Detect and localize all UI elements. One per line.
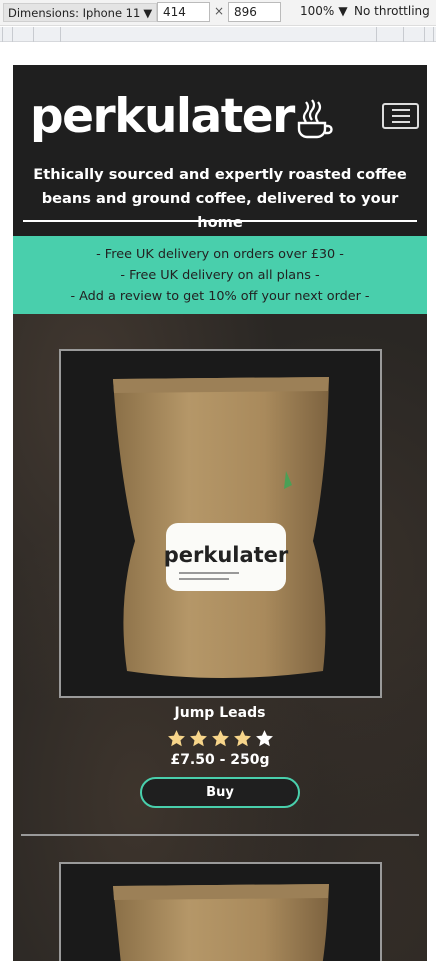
caret-down-icon: ▼ — [143, 5, 153, 20]
promo-banner: - Free UK delivery on orders over £30 - … — [13, 236, 427, 314]
times-icon: × — [214, 4, 225, 18]
site-header: perkulater Ethically sourced and expertl… — [13, 65, 427, 236]
width-input[interactable]: 414 — [157, 2, 210, 22]
star-empty-icon — [255, 730, 273, 747]
caret-down-icon: ▼ — [338, 4, 348, 18]
tagline: Ethically sourced and expertly roasted c… — [33, 166, 407, 231]
product-image[interactable]: perkulater — [59, 349, 382, 698]
product-price: £7.50 - 250g — [170, 752, 270, 768]
throttling-value: No throttling — [354, 4, 430, 18]
coffee-bag-image: perkulater — [113, 377, 329, 678]
star-filled-icon — [189, 730, 207, 747]
product-image[interactable] — [59, 862, 382, 961]
hamburger-menu-button[interactable] — [382, 103, 419, 129]
height-input[interactable]: 896 — [228, 2, 281, 22]
star-filled-icon — [233, 730, 251, 747]
buy-button[interactable]: Buy — [140, 777, 300, 808]
site-logo[interactable]: perkulater — [30, 89, 334, 145]
star-filled-icon — [211, 730, 229, 747]
promo-line: - Add a review to get 10% off your next … — [70, 289, 370, 304]
media-query-ruler — [0, 27, 436, 42]
bag-label-text: perkulater — [164, 543, 289, 567]
promo-line: - Free UK delivery on all plans - — [120, 268, 320, 283]
product-name[interactable]: Jump Leads — [13, 705, 427, 721]
logo-text: perkulater — [30, 89, 295, 144]
zoom-value: 100% — [300, 4, 335, 18]
device-label: Dimensions: Iphone 11 — [8, 5, 141, 20]
devtools-toolbar: Dimensions: Iphone 11 ▼ 414 × 896 100% ▼ … — [0, 0, 436, 26]
header-divider — [23, 220, 417, 222]
device-viewport: perkulater Ethically sourced and expertl… — [13, 65, 427, 961]
device-dimensions-select[interactable]: Dimensions: Iphone 11 ▼ — [3, 3, 158, 22]
coffee-cup-icon — [297, 99, 333, 139]
product-divider — [21, 834, 419, 836]
star-filled-icon — [167, 730, 185, 747]
product-rating — [13, 729, 427, 747]
zoom-select[interactable]: 100% ▼ — [300, 4, 348, 18]
promo-line: - Free UK delivery on orders over £30 - — [96, 247, 344, 262]
product-list: perkulater Jump Leads £7.50 - 250g Buy — [13, 314, 427, 961]
throttling-select[interactable]: No throttling — [354, 4, 430, 18]
coffee-bag-image — [113, 884, 329, 961]
